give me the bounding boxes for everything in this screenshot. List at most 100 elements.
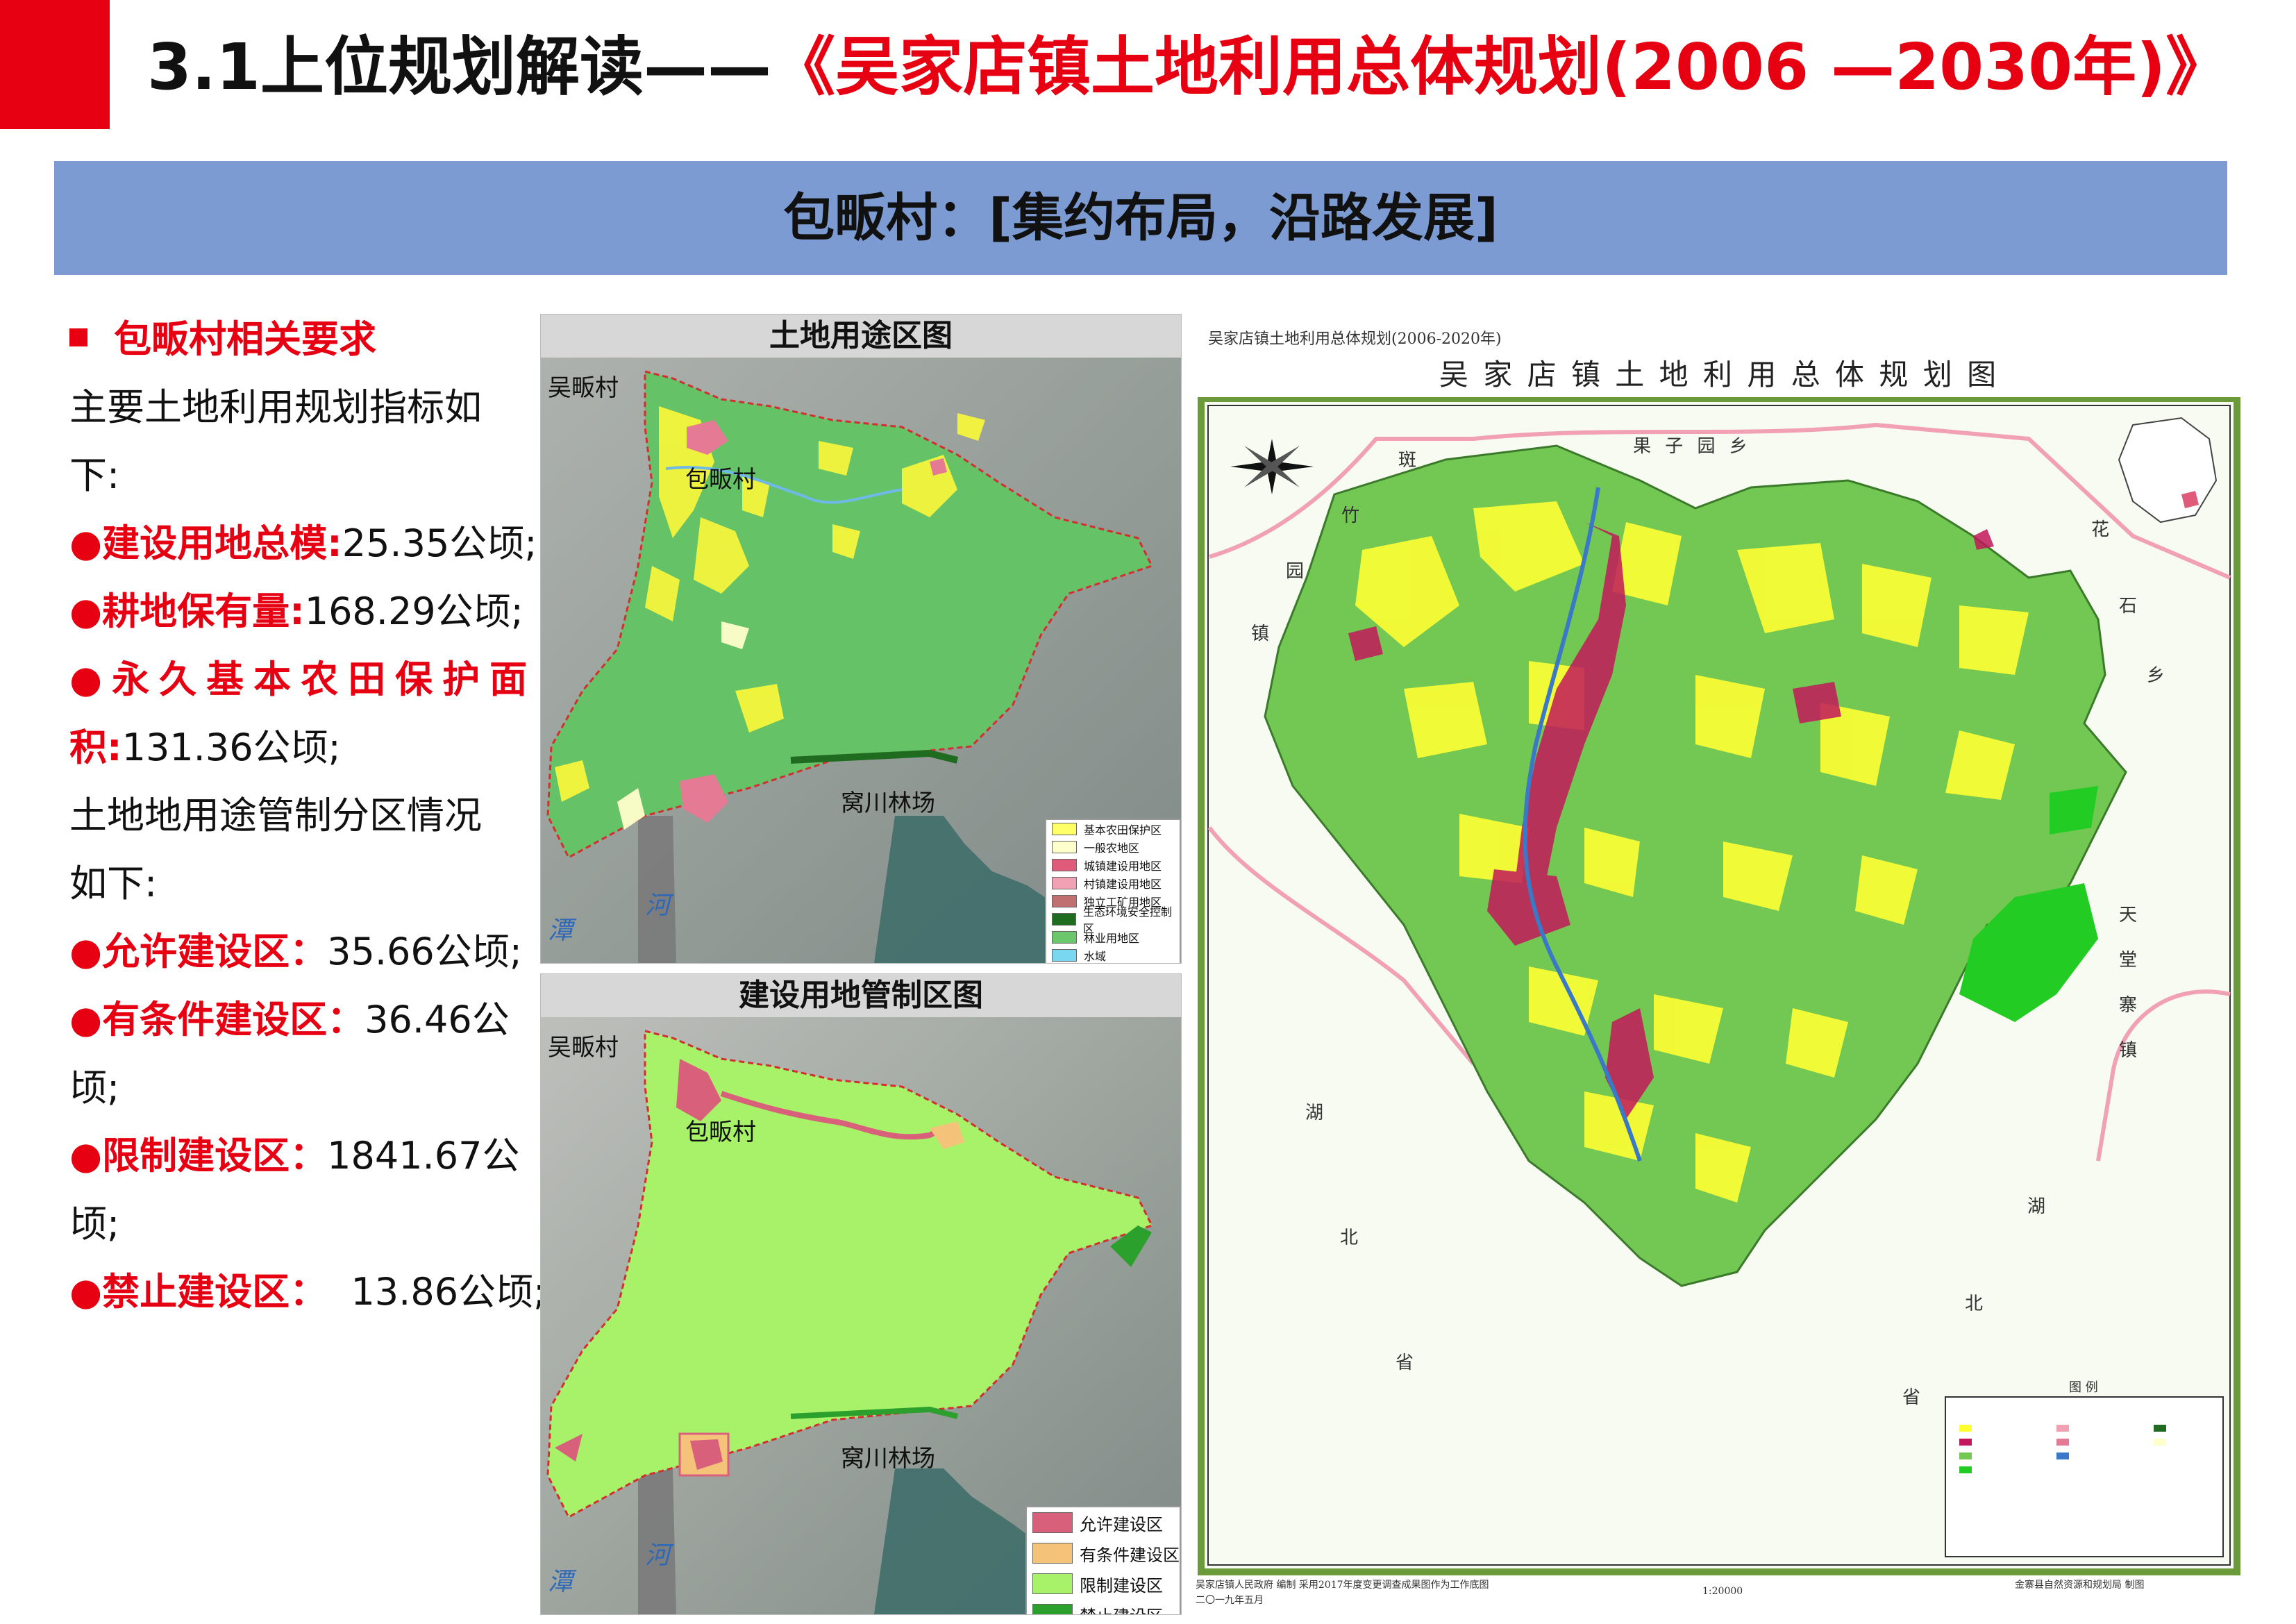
neighbor-label: 湖 — [2027, 1196, 2046, 1217]
zone-prohibited: ●禁止建设区： 13.86公顷; — [69, 1258, 546, 1326]
neighbor-label: 寨 — [2119, 995, 2138, 1016]
legend-item: 允许建设区 — [1027, 1507, 1180, 1538]
neighbor-label: 北 — [1965, 1294, 1984, 1314]
neighbor-label: 天 — [2119, 905, 2138, 926]
intro-line: 下: — [69, 453, 120, 497]
legend-swatch — [1052, 859, 1077, 871]
neighbor-label: 湖 — [1305, 1103, 1324, 1123]
indicator-permanent-farmland: 积:131.36公顷; — [69, 714, 542, 782]
river-label: 潭 — [548, 1568, 573, 1596]
subtitle: 包畈村：[集约布局，沿路发展] — [54, 161, 2227, 275]
legend-item: 水域 — [1046, 946, 1180, 963]
town-plan-map-image — [1198, 397, 2240, 1575]
place-label-wufan: 吴畈村 — [548, 374, 619, 402]
zone-value: 36.46公 — [364, 998, 510, 1041]
zone-restricted: ●限制建设区：1841.67公 — [69, 1122, 542, 1190]
legend-item: 禁止建设区 — [1027, 1599, 1180, 1614]
town-plan-map: 吴家店镇土地利用总体规划(2006-2020年) 吴 家 店 镇 土 地 利 用… — [1196, 321, 2243, 1614]
construction-legend: 允许建设区 有条件建设区 限制建设区 禁止建设区 — [1025, 1506, 1181, 1614]
subtitle-village: 包畈村： — [783, 188, 989, 248]
river-label: 河 — [645, 1541, 671, 1570]
indicator-value: 131.36公顷; — [121, 726, 341, 769]
river-label: 河 — [645, 891, 671, 920]
map-footer-left: 吴家店镇人民政府 编制 采用2017年度变更调查成果图作为工作底图 — [1196, 1580, 1489, 1591]
zone-value: 1841.67公 — [327, 1134, 520, 1178]
title-section: 3.1上位规划解读—— — [147, 30, 771, 104]
requirements-heading: 包畈村相关要求 — [69, 305, 542, 374]
panel-title: 土地用途区图 — [541, 315, 1181, 358]
legend-item: 村镇建设用地区 — [1046, 874, 1180, 892]
map-scale: 1:20000 — [1702, 1586, 1743, 1597]
indicator-farmland: ●耕地保有量:168.29公顷; — [69, 578, 542, 646]
neighbor-label: 镇 — [1251, 623, 1270, 644]
indicator-permanent-farmland-label: ●永久基本农田保护面 — [69, 658, 537, 701]
river-label: 潭 — [548, 916, 573, 945]
indicator-construction-land: ●建设用地总模:25.35公顷; — [69, 510, 542, 578]
intro2-line: 如下: — [69, 862, 158, 905]
requirements-text: 包畈村相关要求 主要土地利用规划指标如 下: ●建设用地总模:25.35公顷; … — [69, 305, 546, 1326]
map-main-title: 吴 家 店 镇 土 地 利 用 总 体 规 划 图 — [1439, 358, 2000, 392]
neighbor-label: 省 — [1396, 1353, 1414, 1373]
legend-title: 图 例 — [2069, 1380, 2098, 1395]
legend-swatch — [1032, 1573, 1073, 1594]
place-label-baofan: 包畈村 — [685, 1119, 756, 1146]
place-label-baofan: 包畈村 — [685, 466, 756, 494]
map-footer-date: 二〇一九年五月 — [1196, 1595, 1264, 1606]
land-use-zoning-map: 土地用途区图 吴畈村 包畈村 窝川林场 潭 河 基本农田保护区 一般农地区 城镇… — [540, 314, 1182, 964]
neighbor-label: 镇 — [2119, 1040, 2138, 1061]
legend-item: 生态环境安全控制区 — [1046, 905, 1180, 935]
legend-item: 有条件建设区 — [1027, 1538, 1180, 1568]
subtitle-tag: [集约布局，沿路发展] — [989, 188, 1498, 248]
neighbor-label: 北 — [1340, 1228, 1359, 1248]
legend-item: 限制建设区 — [1027, 1568, 1180, 1599]
legend-swatch — [1052, 931, 1077, 944]
legend-swatch — [1032, 1543, 1073, 1564]
indicator-value: 168.29公顷; — [304, 589, 523, 633]
map-small-title: 吴家店镇土地利用总体规划(2006-2020年) — [1208, 330, 1502, 348]
page-title: 3.1上位规划解读——《吴家店镇土地利用总体规划(2006 —2030年)》 — [147, 15, 2229, 119]
legend-item: 一般农地区 — [1046, 838, 1180, 856]
legend-item: 城镇建设用地区 — [1046, 856, 1180, 874]
neighbor-label: 园 — [1286, 561, 1305, 582]
zone-label: ●限制建设区： — [69, 1134, 328, 1178]
legend-item: 基本农田保护区 — [1046, 820, 1180, 838]
zone-allowed: ●允许建设区：35.66公顷; — [69, 918, 542, 986]
zone-value: 13.86公顷; — [327, 1270, 546, 1314]
zone-label: ●有条件建设区： — [69, 998, 365, 1041]
land-use-legend: 基本农田保护区 一般农地区 城镇建设用地区 村镇建设用地区 独立工矿用地区 生态… — [1045, 819, 1181, 963]
legend-swatch — [1032, 1512, 1073, 1533]
zone-label: ●允许建设区： — [69, 930, 328, 973]
map-footer-right: 金寨县自然资源和规划局 制图 — [2015, 1580, 2145, 1591]
indicator-value: 25.35公顷; — [342, 521, 537, 565]
title-plan-name: 《吴家店镇土地利用总体规划(2006 —2030年)》 — [771, 30, 2230, 104]
neighbor-label: 竹 — [1341, 505, 1360, 526]
legend-swatch — [1052, 823, 1077, 835]
neighbor-label: 省 — [1902, 1387, 1921, 1408]
header-accent-block — [0, 0, 110, 129]
map-legend — [1945, 1396, 2224, 1557]
neighbor-label: 石 — [2119, 596, 2138, 617]
neighbor-label: 花 — [2091, 519, 2110, 540]
heading-text: 包畈村相关要求 — [114, 317, 376, 361]
intro-line: 主要土地利用规划指标如 — [69, 385, 482, 429]
legend-swatch — [1032, 1604, 1073, 1614]
place-label-wufan: 吴畈村 — [548, 1034, 619, 1062]
neighbor-label: 斑 — [1398, 450, 1417, 471]
legend-swatch — [1052, 949, 1077, 962]
place-label-forest: 窝川林场 — [841, 1445, 935, 1473]
place-label-forest: 窝川林场 — [841, 789, 935, 817]
legend-swatch — [1052, 895, 1077, 907]
panel-title: 建设用地管制区图 — [541, 974, 1181, 1017]
zone-label: ●禁止建设区： — [69, 1270, 328, 1314]
legend-swatch — [1052, 913, 1076, 926]
neighbor-label: 果 子 园 乡 — [1633, 436, 1752, 457]
subtitle-banner: 包畈村：[集约布局，沿路发展] — [54, 161, 2227, 275]
indicator-label: ●建设用地总模: — [69, 521, 342, 565]
construction-control-map: 建设用地管制区图 吴畈村 包畈村 窝川林场 潭 河 允许建设区 有条件建设区 限… — [540, 973, 1182, 1615]
zone-conditional-cont: 顷; — [69, 1066, 120, 1110]
zone-conditional: ●有条件建设区：36.46公 — [69, 986, 542, 1054]
intro2-line: 土地地用途管制分区情况 — [69, 794, 482, 837]
indicator-label: 积: — [69, 726, 122, 769]
zone-restricted-cont: 顷; — [69, 1202, 120, 1246]
neighbor-label: 堂 — [2119, 950, 2138, 971]
